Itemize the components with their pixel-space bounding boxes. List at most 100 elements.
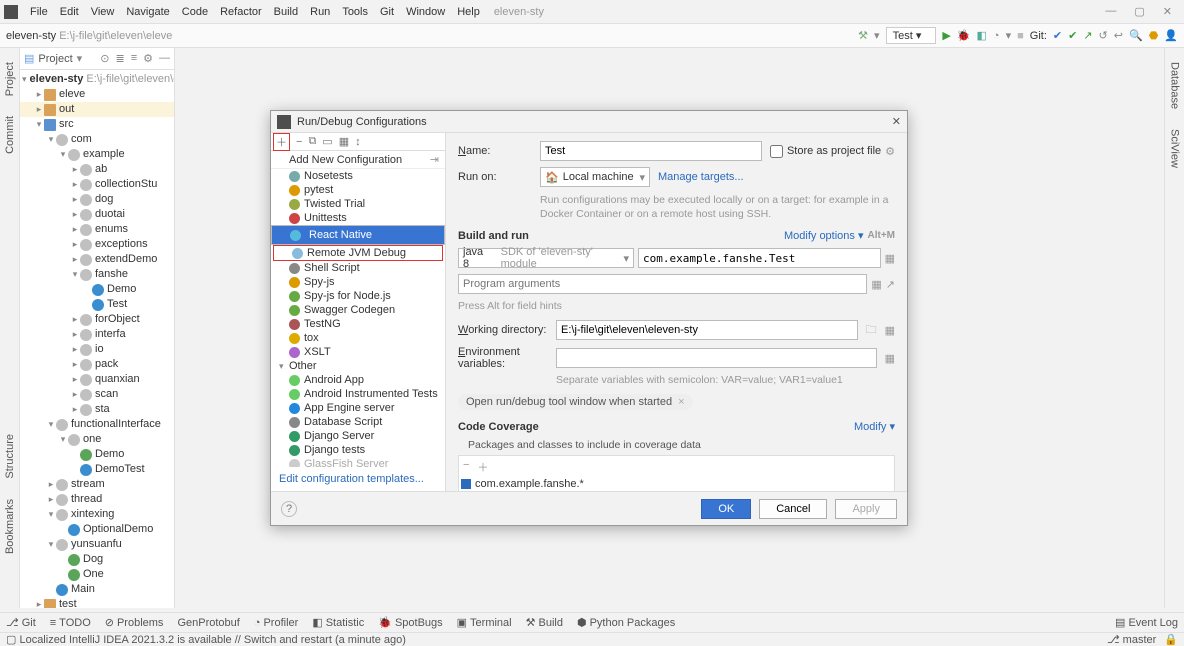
git-rollback-icon[interactable]: ↩	[1114, 29, 1123, 42]
tree-node[interactable]: ▾com	[20, 132, 174, 147]
insert-icon[interactable]: ▦	[885, 324, 895, 337]
menu-code[interactable]: Code	[176, 4, 214, 20]
sidebar-title[interactable]: Project	[38, 53, 72, 65]
list-item[interactable]: TestNG	[271, 317, 445, 331]
expand-all-icon[interactable]: ≣	[115, 52, 124, 65]
bottom-profiler[interactable]: ◔ Profiler	[254, 617, 299, 629]
maximize-icon[interactable]: ▢	[1134, 5, 1144, 18]
tree-node[interactable]: ▾functionalInterface	[20, 417, 174, 432]
list-item-selected[interactable]: React Native	[271, 225, 445, 245]
apply-button[interactable]: Apply	[835, 499, 897, 519]
sdk-dropdown[interactable]: java 8 SDK of 'eleven-sty' module▾	[458, 248, 634, 268]
tree-node[interactable]: Dog	[20, 552, 174, 567]
bottom-terminal[interactable]: ▣ Terminal	[457, 616, 512, 629]
tree-root[interactable]: ▾eleven-sty E:\j-file\git\eleven\eleve	[20, 72, 174, 87]
close-icon[interactable]: ✕	[1163, 5, 1172, 18]
tree-node[interactable]: Demo	[20, 282, 174, 297]
menu-window[interactable]: Window	[400, 4, 451, 20]
git-push-icon[interactable]: ↗	[1083, 29, 1092, 42]
profile-icon[interactable]: ◔	[993, 30, 1000, 42]
runon-dropdown[interactable]: 🏠 Local machine ▾	[540, 167, 650, 187]
menu-view[interactable]: View	[85, 4, 121, 20]
breadcrumb-project[interactable]: eleven-sty	[6, 30, 56, 42]
search-icon[interactable]: 🔍	[1129, 29, 1143, 42]
menu-file[interactable]: File	[24, 4, 54, 20]
tree-node[interactable]: ▸duotai	[20, 207, 174, 222]
list-item[interactable]: Android App	[271, 373, 445, 387]
tree-node[interactable]: ▸stream	[20, 477, 174, 492]
tab-structure[interactable]: Structure	[4, 434, 16, 479]
store-project-file[interactable]: Store as project file ⚙	[770, 145, 895, 158]
tree-node[interactable]: ▸collectionStu	[20, 177, 174, 192]
manage-targets-link[interactable]: Manage targets...	[658, 171, 744, 183]
tree-node[interactable]: ▸dog	[20, 192, 174, 207]
bottom-python[interactable]: ⬢ Python Packages	[577, 616, 675, 629]
menu-run[interactable]: Run	[304, 4, 336, 20]
tree-node[interactable]: OptionalDemo	[20, 522, 174, 537]
build-icon[interactable]: ⚒	[858, 29, 868, 42]
bottom-todo[interactable]: ≡ TODO	[50, 617, 91, 629]
run-icon[interactable]: ▶	[942, 29, 950, 42]
gear-icon[interactable]: ⚙	[885, 145, 895, 158]
save-config-button[interactable]: ▭	[322, 135, 332, 148]
bottom-statistic[interactable]: ◧ Statistic	[312, 616, 364, 629]
list-item[interactable]: Twisted Trial	[271, 197, 445, 211]
coverage-row[interactable]: com.example.fanshe.*	[461, 478, 892, 490]
folder-config-button[interactable]: ▦	[339, 135, 349, 148]
minimize-icon[interactable]: —	[1105, 5, 1116, 18]
collapse-all-icon[interactable]: ≡	[131, 52, 137, 65]
config-type-list[interactable]: Add New Configuration⇥ Nosetests pytest …	[271, 151, 445, 467]
tree-node[interactable]: ▾yunsuanfu	[20, 537, 174, 552]
coverage-modify-link[interactable]: Modify ▾	[854, 420, 895, 433]
list-item[interactable]: tox	[271, 331, 445, 345]
bottom-build[interactable]: ⚒ Build	[526, 616, 563, 629]
tree-node-out[interactable]: ▸out	[20, 102, 174, 117]
env-input[interactable]	[556, 348, 877, 368]
tree-node[interactable]: ▾example	[20, 147, 174, 162]
tree-node[interactable]: ▸thread	[20, 492, 174, 507]
tree-node[interactable]: ▸pack	[20, 357, 174, 372]
list-item[interactable]: App Engine server	[271, 401, 445, 415]
project-view-icon[interactable]: ▤	[24, 52, 34, 65]
list-item[interactable]: Swagger Codegen	[271, 303, 445, 317]
tree-node[interactable]: Test	[20, 297, 174, 312]
name-input[interactable]	[540, 141, 762, 161]
env-edit-icon[interactable]: ▦	[885, 352, 895, 365]
list-item-highlight[interactable]: Remote JVM Debug	[273, 245, 443, 261]
tab-database[interactable]: Database	[1169, 62, 1181, 109]
chevron-down-icon[interactable]: ▾	[77, 52, 83, 65]
tree-node[interactable]: ▸exceptions	[20, 237, 174, 252]
list-item[interactable]: Shell Script	[271, 261, 445, 275]
tree-node[interactable]: ▾one	[20, 432, 174, 447]
tree-node[interactable]: ▸scan	[20, 387, 174, 402]
remove-config-button[interactable]: −	[296, 136, 302, 148]
list-item[interactable]: Android Instrumented Tests	[271, 387, 445, 401]
list-item[interactable]: Unittests	[271, 211, 445, 225]
list-item[interactable]: Spy-js for Node.js	[271, 289, 445, 303]
folder-icon[interactable]: 🗀	[866, 321, 877, 340]
list-item[interactable]: Database Script	[271, 415, 445, 429]
tree-node[interactable]: ▾xintexing	[20, 507, 174, 522]
menu-help[interactable]: Help	[451, 4, 486, 20]
select-target-icon[interactable]: ⊙	[100, 52, 109, 65]
menu-git[interactable]: Git	[374, 4, 400, 20]
main-class-input[interactable]	[638, 248, 881, 268]
bottom-git[interactable]: ⎇ Git	[6, 616, 36, 629]
tree-node[interactable]: ▸sta	[20, 402, 174, 417]
tab-bookmarks[interactable]: Bookmarks	[4, 499, 16, 554]
tree-node[interactable]: ▸eleve	[20, 87, 174, 102]
tree-node[interactable]: DemoTest	[20, 462, 174, 477]
tree-node[interactable]: ▸test	[20, 597, 174, 608]
expand-icon[interactable]: ▦	[871, 278, 881, 291]
copy-config-button[interactable]: ⧉	[308, 135, 316, 148]
ide-settings-icon[interactable]: ⬣	[1149, 29, 1159, 42]
cov-check-icon[interactable]	[461, 479, 471, 489]
tree-node[interactable]: ▸enums	[20, 222, 174, 237]
coverage-icon[interactable]: ◧	[977, 29, 987, 42]
bottom-spotbugs[interactable]: 🐞 SpotBugs	[378, 616, 442, 629]
expand-icon2[interactable]: ↗	[886, 278, 895, 291]
ok-button[interactable]: OK	[701, 499, 751, 519]
bottom-eventlog[interactable]: ▤ Event Log	[1115, 616, 1178, 629]
browse-icon[interactable]: ▦	[885, 252, 895, 265]
user-icon[interactable]: 👤	[1164, 29, 1178, 42]
